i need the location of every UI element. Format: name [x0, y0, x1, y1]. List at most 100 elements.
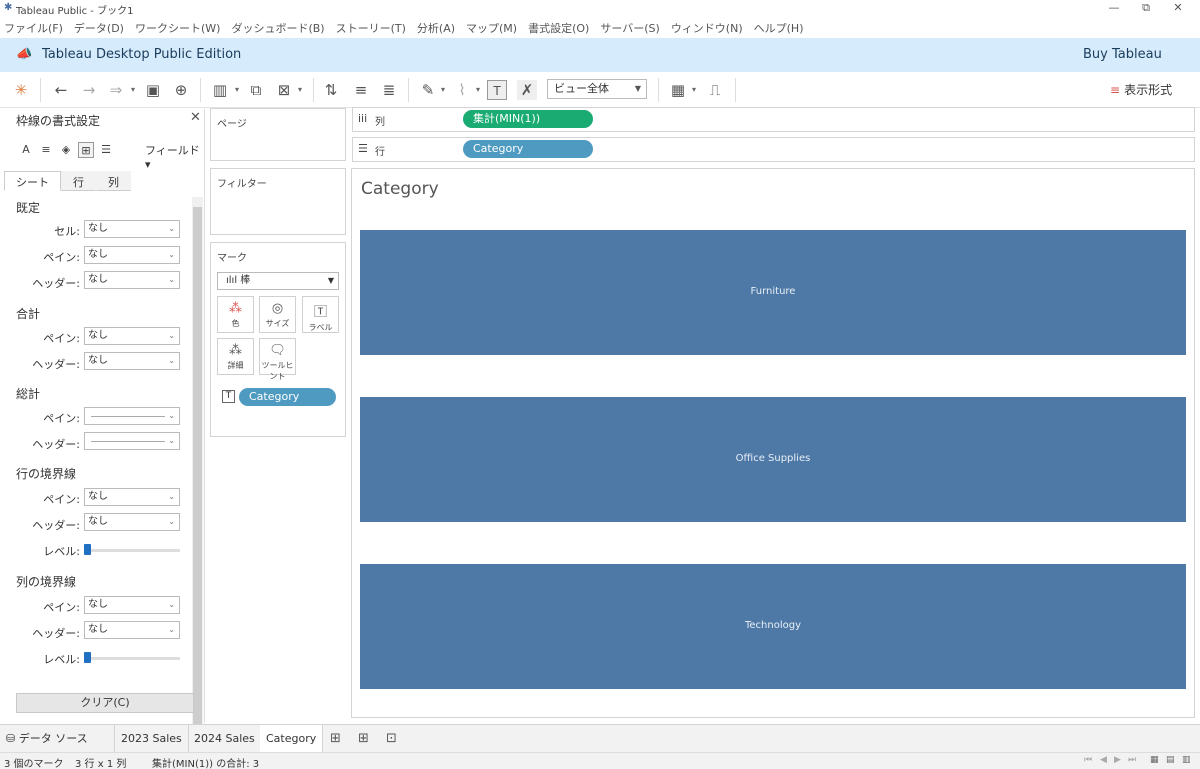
col-divider-pane-select[interactable]: なし ⌄	[84, 596, 180, 614]
chevron-down-icon[interactable]: ▾	[690, 85, 698, 95]
scrollbar-thumb[interactable]	[193, 207, 202, 769]
show-labels-icon[interactable]: T	[487, 80, 507, 100]
clear-button[interactable]: クリア(C)	[16, 693, 194, 713]
status-dimensions: 3 行 x 1 列	[75, 759, 127, 769]
tab-data-source[interactable]: ⛁ データ ソース	[0, 725, 115, 752]
mark-type-dropdown[interactable]: ılıl 棒 ▼	[217, 272, 339, 290]
menu-analysis[interactable]: 分析(A)	[417, 20, 455, 36]
row-level-slider-thumb[interactable]	[84, 544, 91, 555]
grand-total-pane-select[interactable]: ⌄	[84, 407, 180, 425]
filmstrip-view-icon[interactable]: ▤	[1166, 755, 1175, 765]
new-worksheet-icon[interactable]: ▥	[210, 80, 230, 100]
swap-icon[interactable]: ⇅	[321, 80, 341, 100]
color-button[interactable]: ⁂ 色	[217, 296, 254, 333]
clear-sheet-icon[interactable]: ⊠	[274, 80, 294, 100]
chevron-down-icon[interactable]: ▾	[233, 85, 241, 95]
tab-columns[interactable]: 列	[96, 171, 131, 191]
columns-measure-pill[interactable]: 集計(MIN(1))	[463, 110, 593, 128]
borders-icon[interactable]: ⊞	[78, 142, 94, 158]
undo-icon[interactable]: ←	[51, 80, 71, 100]
chevron-down-icon[interactable]: ▾	[296, 85, 304, 95]
new-story-icon[interactable]: ⊡	[386, 731, 397, 746]
highlight-icon[interactable]: ✎	[418, 80, 438, 100]
font-icon[interactable]: A	[18, 142, 34, 158]
filters-card[interactable]: フィルター	[210, 168, 346, 235]
col-divider-header-select[interactable]: なし ⌄	[84, 621, 180, 639]
next-page-icon[interactable]: ▶	[1114, 755, 1121, 765]
menu-dashboard[interactable]: ダッシュボード(B)	[231, 20, 324, 36]
grid-view-icon[interactable]: ▦	[1150, 755, 1159, 765]
restore-icon[interactable]: ⧉	[1136, 1, 1156, 15]
menu-help[interactable]: ヘルプ(H)	[754, 20, 804, 36]
shading-icon[interactable]: ◈	[58, 142, 74, 158]
chevron-down-icon[interactable]: ▾	[439, 85, 447, 95]
list-view-icon[interactable]: ▥	[1182, 755, 1191, 765]
label-button[interactable]: 🅃 ラベル	[302, 296, 339, 333]
menu-format[interactable]: 書式設定(O)	[528, 20, 589, 36]
presentation-mode-icon[interactable]: ⎍	[705, 80, 725, 100]
section-grand-total: 総計	[16, 387, 41, 401]
group-icon[interactable]: ⌇	[452, 80, 472, 100]
fit-dropdown[interactable]: ビュー全体 ▼	[547, 79, 647, 99]
default-cell-select[interactable]: なし ⌄	[84, 220, 180, 238]
rows-category-pill[interactable]: Category	[463, 140, 593, 158]
tab-rows[interactable]: 行	[61, 171, 96, 191]
last-page-icon[interactable]: ⏭	[1128, 755, 1136, 765]
row-level-slider-track[interactable]	[86, 549, 180, 552]
total-pane-select[interactable]: なし ⌄	[84, 327, 180, 345]
tableau-start-icon[interactable]: ✳	[11, 80, 31, 100]
col-level-slider-track[interactable]	[86, 657, 180, 660]
select-value: なし	[88, 599, 108, 610]
menu-server[interactable]: サーバー(S)	[600, 20, 659, 36]
rows-icon: ☰	[358, 142, 368, 155]
default-pane-select[interactable]: なし ⌄	[84, 246, 180, 264]
show-cards-icon[interactable]: ▦	[668, 80, 688, 100]
row-divider-header-select[interactable]: なし ⌄	[84, 513, 180, 531]
field-dropdown[interactable]: フィールド▾	[145, 142, 204, 171]
size-button[interactable]: ◎ サイズ	[259, 296, 296, 333]
col-level-slider-thumb[interactable]	[84, 652, 91, 663]
sort-ascending-icon[interactable]: ≡	[351, 80, 371, 100]
tab-category[interactable]: Category	[260, 725, 324, 752]
prev-page-icon[interactable]: ◀	[1100, 755, 1107, 765]
fix-axes-icon[interactable]: ✗	[517, 80, 537, 100]
menu-story[interactable]: ストーリー(T)	[336, 20, 406, 36]
columns-icon: iii	[358, 112, 368, 125]
header-label: ヘッダー:	[32, 627, 80, 640]
default-header-select[interactable]: なし ⌄	[84, 271, 180, 289]
minimize-icon[interactable]: —	[1104, 1, 1124, 14]
duplicate-icon[interactable]: ⧉	[246, 80, 266, 100]
first-page-icon[interactable]: ⏮	[1084, 755, 1092, 765]
close-icon[interactable]: ✕	[190, 110, 201, 125]
new-worksheet-icon[interactable]: ⊞	[330, 731, 341, 746]
sort-descending-icon[interactable]: ≣	[379, 80, 399, 100]
pages-card[interactable]: ページ	[210, 108, 346, 161]
total-header-select[interactable]: なし ⌄	[84, 352, 180, 370]
detail-button[interactable]: ⁂ 詳細	[217, 338, 254, 375]
alignment-icon[interactable]: ≡	[38, 142, 54, 158]
lines-icon[interactable]: ☰	[98, 142, 114, 158]
close-window-icon[interactable]: ✕	[1168, 1, 1188, 14]
new-dashboard-icon[interactable]: ⊞	[358, 731, 369, 746]
menu-map[interactable]: マップ(M)	[466, 20, 517, 36]
format-pane-scrollbar[interactable]	[192, 197, 203, 769]
save-icon[interactable]: ▣	[143, 80, 163, 100]
tab-2023-sales[interactable]: 2023 Sales	[115, 725, 189, 752]
chevron-down-icon[interactable]: ▾	[129, 85, 137, 95]
tooltip-button[interactable]: 🗨 ツールヒント	[259, 338, 296, 381]
tab-sheet[interactable]: シート	[4, 171, 61, 191]
replay-icon[interactable]: ⇒	[106, 80, 126, 100]
menu-window[interactable]: ウィンドウ(N)	[671, 20, 743, 36]
menu-data[interactable]: データ(D)	[74, 20, 124, 36]
chevron-down-icon[interactable]: ▾	[474, 85, 482, 95]
new-datasource-icon[interactable]: ⊕	[171, 80, 191, 100]
menu-file[interactable]: ファイル(F)	[4, 20, 63, 36]
buy-tableau-link[interactable]: Buy Tableau	[1083, 47, 1162, 62]
redo-icon[interactable]: →	[79, 80, 99, 100]
show-me-button[interactable]: ≡ 表示形式	[1110, 81, 1172, 98]
grand-total-header-select[interactable]: ⌄	[84, 432, 180, 450]
row-divider-pane-select[interactable]: なし ⌄	[84, 488, 180, 506]
tab-2024-sales[interactable]: 2024 Sales	[188, 725, 262, 752]
menu-worksheet[interactable]: ワークシート(W)	[135, 20, 220, 36]
label-category-pill[interactable]: Category	[239, 388, 336, 406]
